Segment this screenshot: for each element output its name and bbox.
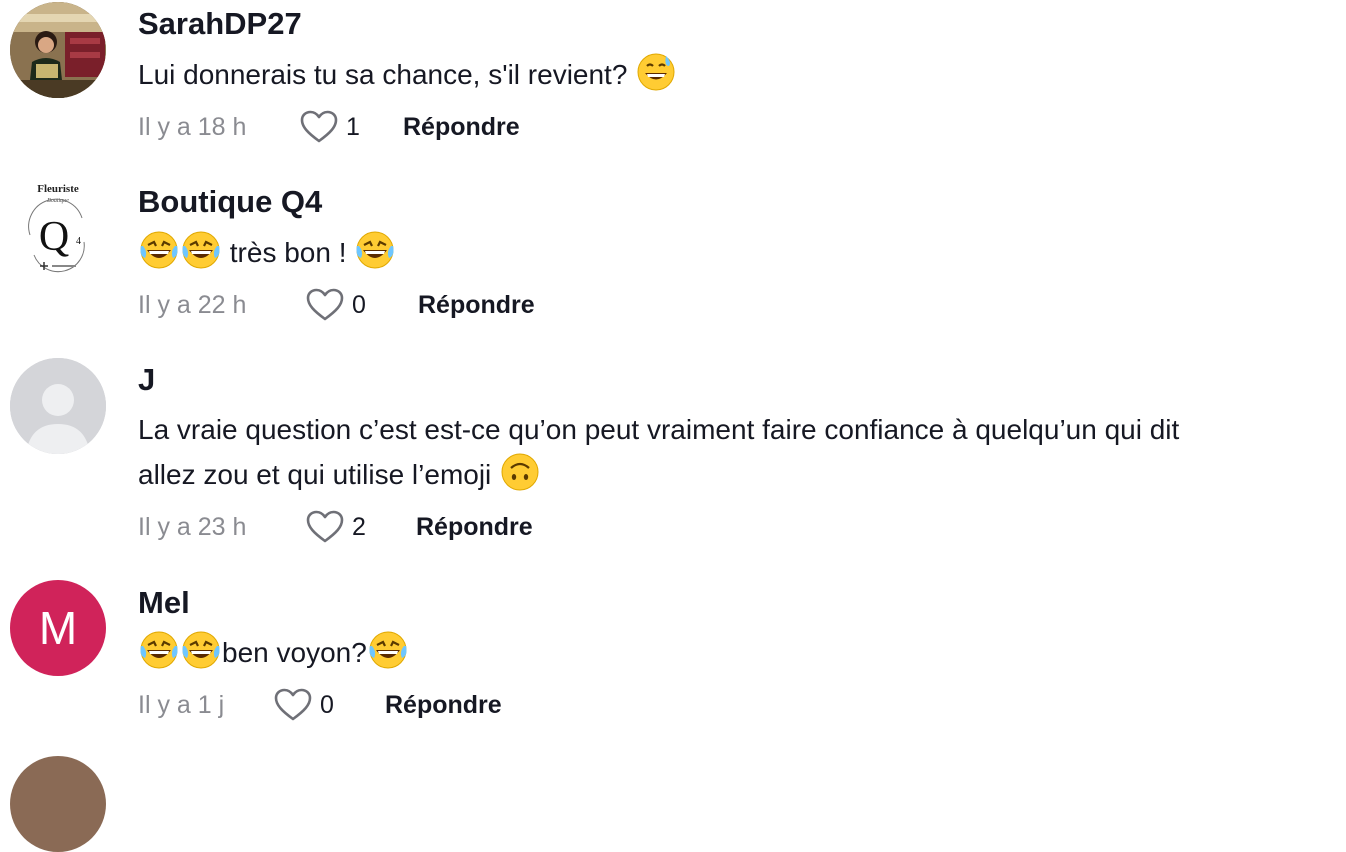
- avatar[interactable]: M: [10, 580, 106, 676]
- like-button[interactable]: 0: [274, 685, 334, 725]
- comment-text-line: allez zou et qui utilise l’emoji: [138, 452, 1328, 497]
- reply-button[interactable]: Répondre: [403, 107, 520, 147]
- comment-text: La vraie question c’est est-ce qu’on peu…: [138, 408, 1328, 497]
- comment-text: ben voyon?: [138, 630, 1328, 675]
- like-count: 0: [320, 690, 334, 719]
- laughing-tears-emoji-icon: [182, 631, 220, 669]
- heart-icon: [274, 688, 312, 721]
- like-button[interactable]: 0: [306, 285, 366, 325]
- default-user-icon: [10, 358, 106, 454]
- comment-timestamp: Il y a 1 j: [138, 690, 225, 719]
- heart-icon: [300, 110, 338, 143]
- comment-meta: Il y a 18 h 1 Répondre: [138, 107, 558, 147]
- laughing-tears-emoji-icon: [369, 631, 407, 669]
- comment-username[interactable]: J: [138, 362, 155, 398]
- like-button[interactable]: 2: [306, 507, 366, 547]
- avatar[interactable]: Fleuriste Boutique Q 4: [10, 180, 106, 276]
- upside-down-face-emoji-icon: [501, 453, 539, 491]
- comment-meta: Il y a 22 h 0 Répondre: [138, 285, 578, 325]
- reply-button[interactable]: Répondre: [416, 507, 533, 547]
- logo-top-text: Fleuriste: [37, 183, 79, 195]
- like-count: 1: [346, 112, 360, 141]
- comment-timestamp: Il y a 18 h: [138, 112, 247, 141]
- avatar-letter: M: [38, 602, 78, 654]
- comment-text: très bon !: [138, 230, 1328, 275]
- comment-text: Lui donnerais tu sa chance, s'il revient…: [138, 52, 1328, 97]
- logo-monogram-text: Q: [39, 214, 69, 260]
- heart-icon: [306, 288, 344, 321]
- comment-meta: Il y a 23 h 2 Répondre: [138, 507, 578, 547]
- logo-sub-text: 4: [76, 236, 81, 247]
- laughing-tears-emoji-icon: [356, 231, 394, 269]
- comment-text-line: La vraie question c’est est-ce qu’on peu…: [138, 414, 1180, 445]
- grinning-sweat-emoji-icon: [637, 53, 675, 91]
- avatar[interactable]: [10, 756, 106, 852]
- laughing-tears-emoji-icon: [140, 231, 178, 269]
- reply-button[interactable]: Répondre: [418, 285, 535, 325]
- laughing-tears-emoji-icon: [182, 231, 220, 269]
- avatar[interactable]: [10, 2, 106, 98]
- like-button[interactable]: 1: [300, 107, 360, 147]
- comment-username[interactable]: Mel: [138, 585, 190, 621]
- like-count: 0: [352, 290, 366, 319]
- comment-timestamp: Il y a 22 h: [138, 290, 247, 319]
- comment-meta: Il y a 1 j 0 Répondre: [138, 685, 538, 725]
- comment-username[interactable]: SarahDP27: [138, 6, 302, 42]
- avatar[interactable]: [10, 358, 106, 454]
- heart-icon: [306, 510, 344, 543]
- user-photo-icon: [10, 2, 106, 98]
- comment-username[interactable]: Boutique Q4: [138, 184, 322, 220]
- like-count: 2: [352, 512, 366, 541]
- laughing-tears-emoji-icon: [140, 631, 178, 669]
- boutique-logo-icon: Fleuriste Boutique Q 4: [10, 180, 106, 276]
- reply-button[interactable]: Répondre: [385, 685, 502, 725]
- comment-timestamp: Il y a 23 h: [138, 512, 247, 541]
